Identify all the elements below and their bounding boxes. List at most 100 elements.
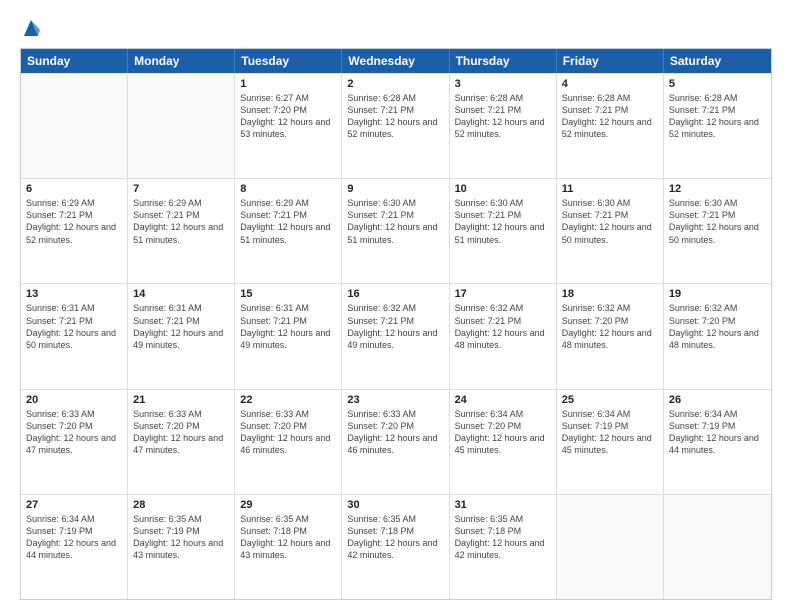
- day-info: Sunrise: 6:28 AM Sunset: 7:21 PM Dayligh…: [562, 92, 658, 141]
- calendar-header-row: SundayMondayTuesdayWednesdayThursdayFrid…: [21, 49, 771, 73]
- day-info: Sunrise: 6:34 AM Sunset: 7:19 PM Dayligh…: [669, 408, 766, 457]
- day-cell-7: 7Sunrise: 6:29 AM Sunset: 7:21 PM Daylig…: [128, 179, 235, 283]
- day-info: Sunrise: 6:28 AM Sunset: 7:21 PM Dayligh…: [669, 92, 766, 141]
- day-number: 10: [455, 183, 551, 195]
- day-info: Sunrise: 6:30 AM Sunset: 7:21 PM Dayligh…: [347, 197, 443, 246]
- day-info: Sunrise: 6:33 AM Sunset: 7:20 PM Dayligh…: [133, 408, 229, 457]
- day-info: Sunrise: 6:34 AM Sunset: 7:20 PM Dayligh…: [455, 408, 551, 457]
- day-cell-5: 5 Sunrise: 6:28 AM Sunset: 7:21 PM Daylig…: [664, 74, 771, 178]
- day-number: 26: [669, 394, 766, 406]
- day-number: 6: [26, 183, 122, 195]
- empty-cell: [557, 495, 664, 599]
- day-cell-16: 16 Sunrise: 6:32 AM Sunset: 7:21 PM Dayli…: [342, 284, 449, 388]
- day-info: Sunrise: 6:34 AM Sunset: 7:19 PM Dayligh…: [26, 513, 122, 562]
- day-cell-3: 3Sunrise: 6:28 AM Sunset: 7:21 PM Daylig…: [450, 74, 557, 178]
- logo: [20, 16, 40, 38]
- day-info: Sunrise: 6:30 AM Sunset: 7:21 PM Dayligh…: [455, 197, 551, 246]
- empty-cell: [664, 495, 771, 599]
- empty-cell: [21, 74, 128, 178]
- day-number: 25: [562, 394, 658, 406]
- day-number: 31: [455, 499, 551, 511]
- logo-icon: [22, 16, 40, 38]
- day-number: 19: [669, 288, 766, 300]
- day-info: Sunrise: 6:30 AM Sunset: 7:21 PM Dayligh…: [669, 197, 766, 246]
- calendar-body: 1 Sunrise: 6:27 AM Sunset: 7:20 PM Daylig…: [21, 73, 771, 599]
- day-number: 18: [562, 288, 658, 300]
- day-number: 21: [133, 394, 229, 406]
- day-info: Sunrise: 6:34 AM Sunset: 7:19 PM Dayligh…: [562, 408, 658, 457]
- day-cell-10: 10 Sunrise: 6:30 AM Sunset: 7:21 PM Dayli…: [450, 179, 557, 283]
- day-number: 7: [133, 183, 229, 195]
- calendar-row-2: 6 Sunrise: 6:29 AM Sunset: 7:21 PM Daylig…: [21, 178, 771, 283]
- day-number: 1: [240, 78, 336, 90]
- calendar-row-3: 13 Sunrise: 6:31 AM Sunset: 7:21 PM Dayli…: [21, 283, 771, 388]
- day-cell-28: 28 Sunrise: 6:35 AM Sunset: 7:19 PM Dayli…: [128, 495, 235, 599]
- day-info: Sunrise: 6:35 AM Sunset: 7:18 PM Dayligh…: [347, 513, 443, 562]
- day-cell-23: 23Sunrise: 6:33 AM Sunset: 7:20 PM Dayli…: [342, 390, 449, 494]
- day-cell-15: 15Sunrise: 6:31 AM Sunset: 7:21 PM Dayli…: [235, 284, 342, 388]
- day-cell-24: 24 Sunrise: 6:34 AM Sunset: 7:20 PM Dayli…: [450, 390, 557, 494]
- day-info: Sunrise: 6:28 AM Sunset: 7:21 PM Dayligh…: [455, 92, 551, 141]
- day-info: Sunrise: 6:30 AM Sunset: 7:21 PM Dayligh…: [562, 197, 658, 246]
- header: [20, 16, 772, 38]
- day-number: 28: [133, 499, 229, 511]
- day-info: Sunrise: 6:28 AM Sunset: 7:21 PM Dayligh…: [347, 92, 443, 141]
- weekday-header-tuesday: Tuesday: [235, 49, 342, 73]
- empty-cell: [128, 74, 235, 178]
- day-number: 27: [26, 499, 122, 511]
- page: SundayMondayTuesdayWednesdayThursdayFrid…: [0, 0, 792, 612]
- day-info: Sunrise: 6:29 AM Sunset: 7:21 PM Dayligh…: [26, 197, 122, 246]
- day-cell-4: 4Sunrise: 6:28 AM Sunset: 7:21 PM Daylig…: [557, 74, 664, 178]
- day-info: Sunrise: 6:27 AM Sunset: 7:20 PM Dayligh…: [240, 92, 336, 141]
- day-cell-2: 2 Sunrise: 6:28 AM Sunset: 7:21 PM Daylig…: [342, 74, 449, 178]
- day-cell-26: 26 Sunrise: 6:34 AM Sunset: 7:19 PM Dayli…: [664, 390, 771, 494]
- calendar-row-4: 20 Sunrise: 6:33 AM Sunset: 7:20 PM Dayli…: [21, 389, 771, 494]
- day-info: Sunrise: 6:29 AM Sunset: 7:21 PM Dayligh…: [240, 197, 336, 246]
- day-number: 23: [347, 394, 443, 406]
- day-number: 22: [240, 394, 336, 406]
- day-cell-30: 30 Sunrise: 6:35 AM Sunset: 7:18 PM Dayli…: [342, 495, 449, 599]
- weekday-header-friday: Friday: [557, 49, 664, 73]
- day-number: 9: [347, 183, 443, 195]
- day-cell-8: 8 Sunrise: 6:29 AM Sunset: 7:21 PM Daylig…: [235, 179, 342, 283]
- day-cell-29: 29Sunrise: 6:35 AM Sunset: 7:18 PM Dayli…: [235, 495, 342, 599]
- day-cell-18: 18Sunrise: 6:32 AM Sunset: 7:20 PM Dayli…: [557, 284, 664, 388]
- day-cell-12: 12 Sunrise: 6:30 AM Sunset: 7:21 PM Dayli…: [664, 179, 771, 283]
- day-cell-22: 22 Sunrise: 6:33 AM Sunset: 7:20 PM Dayli…: [235, 390, 342, 494]
- day-number: 8: [240, 183, 336, 195]
- day-info: Sunrise: 6:31 AM Sunset: 7:21 PM Dayligh…: [133, 302, 229, 351]
- day-number: 5: [669, 78, 766, 90]
- weekday-header-saturday: Saturday: [664, 49, 771, 73]
- day-cell-9: 9 Sunrise: 6:30 AM Sunset: 7:21 PM Daylig…: [342, 179, 449, 283]
- day-cell-6: 6 Sunrise: 6:29 AM Sunset: 7:21 PM Daylig…: [21, 179, 128, 283]
- calendar-row-5: 27 Sunrise: 6:34 AM Sunset: 7:19 PM Dayli…: [21, 494, 771, 599]
- day-info: Sunrise: 6:33 AM Sunset: 7:20 PM Dayligh…: [240, 408, 336, 457]
- day-number: 13: [26, 288, 122, 300]
- day-number: 20: [26, 394, 122, 406]
- day-number: 15: [240, 288, 336, 300]
- day-info: Sunrise: 6:32 AM Sunset: 7:21 PM Dayligh…: [455, 302, 551, 351]
- day-cell-20: 20 Sunrise: 6:33 AM Sunset: 7:20 PM Dayli…: [21, 390, 128, 494]
- day-number: 24: [455, 394, 551, 406]
- day-number: 11: [562, 183, 658, 195]
- day-number: 16: [347, 288, 443, 300]
- day-info: Sunrise: 6:32 AM Sunset: 7:20 PM Dayligh…: [669, 302, 766, 351]
- day-cell-17: 17 Sunrise: 6:32 AM Sunset: 7:21 PM Dayli…: [450, 284, 557, 388]
- day-cell-1: 1 Sunrise: 6:27 AM Sunset: 7:20 PM Daylig…: [235, 74, 342, 178]
- day-cell-13: 13 Sunrise: 6:31 AM Sunset: 7:21 PM Dayli…: [21, 284, 128, 388]
- weekday-header-thursday: Thursday: [450, 49, 557, 73]
- day-number: 30: [347, 499, 443, 511]
- day-info: Sunrise: 6:35 AM Sunset: 7:19 PM Dayligh…: [133, 513, 229, 562]
- day-cell-31: 31Sunrise: 6:35 AM Sunset: 7:18 PM Dayli…: [450, 495, 557, 599]
- day-info: Sunrise: 6:32 AM Sunset: 7:21 PM Dayligh…: [347, 302, 443, 351]
- day-number: 17: [455, 288, 551, 300]
- day-cell-11: 11 Sunrise: 6:30 AM Sunset: 7:21 PM Dayli…: [557, 179, 664, 283]
- day-info: Sunrise: 6:31 AM Sunset: 7:21 PM Dayligh…: [26, 302, 122, 351]
- day-info: Sunrise: 6:33 AM Sunset: 7:20 PM Dayligh…: [26, 408, 122, 457]
- day-cell-19: 19 Sunrise: 6:32 AM Sunset: 7:20 PM Dayli…: [664, 284, 771, 388]
- day-number: 14: [133, 288, 229, 300]
- weekday-header-sunday: Sunday: [21, 49, 128, 73]
- day-number: 2: [347, 78, 443, 90]
- day-number: 12: [669, 183, 766, 195]
- day-cell-21: 21 Sunrise: 6:33 AM Sunset: 7:20 PM Dayli…: [128, 390, 235, 494]
